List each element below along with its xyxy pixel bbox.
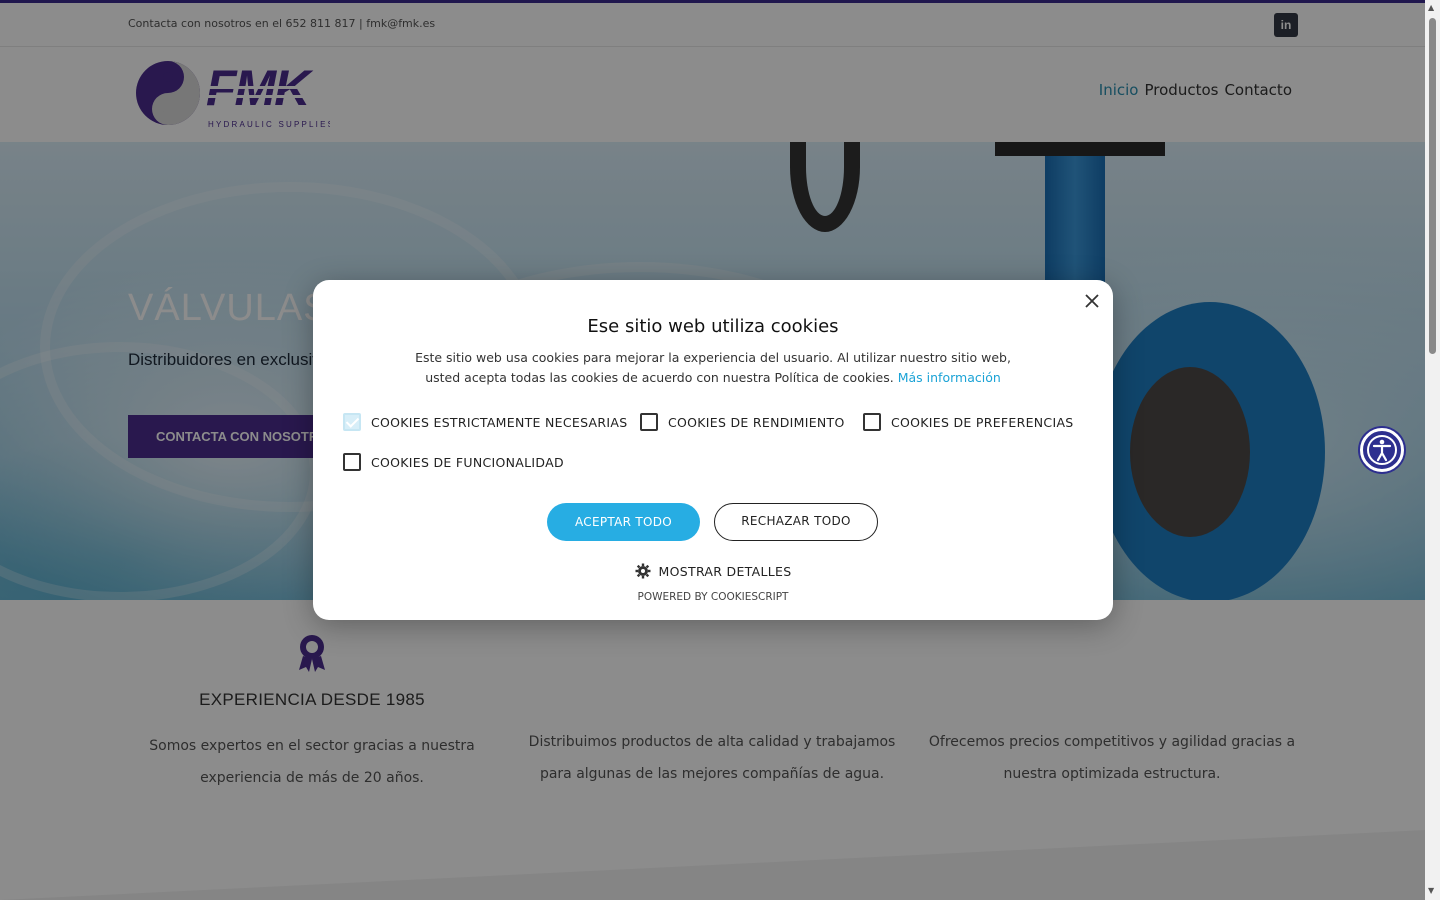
checkbox-functionality[interactable]: COOKIES DE FUNCIONALIDAD: [343, 453, 564, 471]
checkbox-box[interactable]: [343, 453, 361, 471]
scroll-down-arrow-icon[interactable]: ▼: [1428, 886, 1434, 895]
page-scrollbar[interactable]: ▲ ▼: [1425, 0, 1440, 900]
checkbox-box[interactable]: [863, 413, 881, 431]
show-details-label: MOSTRAR DETALLES: [658, 563, 792, 579]
accessibility-button[interactable]: [1360, 428, 1404, 472]
checkbox-preferences[interactable]: COOKIES DE PREFERENCIAS: [863, 413, 1074, 431]
powered-by-link[interactable]: POWERED BY COOKIESCRIPT: [313, 591, 1113, 603]
close-icon[interactable]: [1083, 292, 1101, 310]
checkbox-box[interactable]: [640, 413, 658, 431]
scrollbar-thumb[interactable]: [1429, 18, 1436, 354]
cookie-consent-dialog: Ese sitio web utiliza cookies Este sitio…: [313, 280, 1113, 620]
reject-all-button[interactable]: RECHAZAR TODO: [714, 503, 878, 541]
cookie-dialog-title: Ese sitio web utiliza cookies: [587, 316, 839, 337]
show-details-toggle[interactable]: MOSTRAR DETALLES: [313, 563, 1113, 579]
scroll-up-arrow-icon[interactable]: ▲: [1428, 3, 1434, 12]
gear-icon: [635, 563, 651, 579]
cookie-dialog-description: Este sitio web usa cookies para mejorar …: [415, 350, 1011, 385]
accessibility-icon: [1367, 435, 1397, 465]
checkbox-box[interactable]: [343, 413, 361, 431]
checkbox-strictly-necessary[interactable]: COOKIES ESTRICTAMENTE NECESARIAS: [343, 413, 627, 431]
checkbox-performance[interactable]: COOKIES DE RENDIMIENTO: [640, 413, 845, 431]
more-info-link[interactable]: Más información: [898, 370, 1001, 385]
accept-all-button[interactable]: ACEPTAR TODO: [547, 503, 700, 541]
